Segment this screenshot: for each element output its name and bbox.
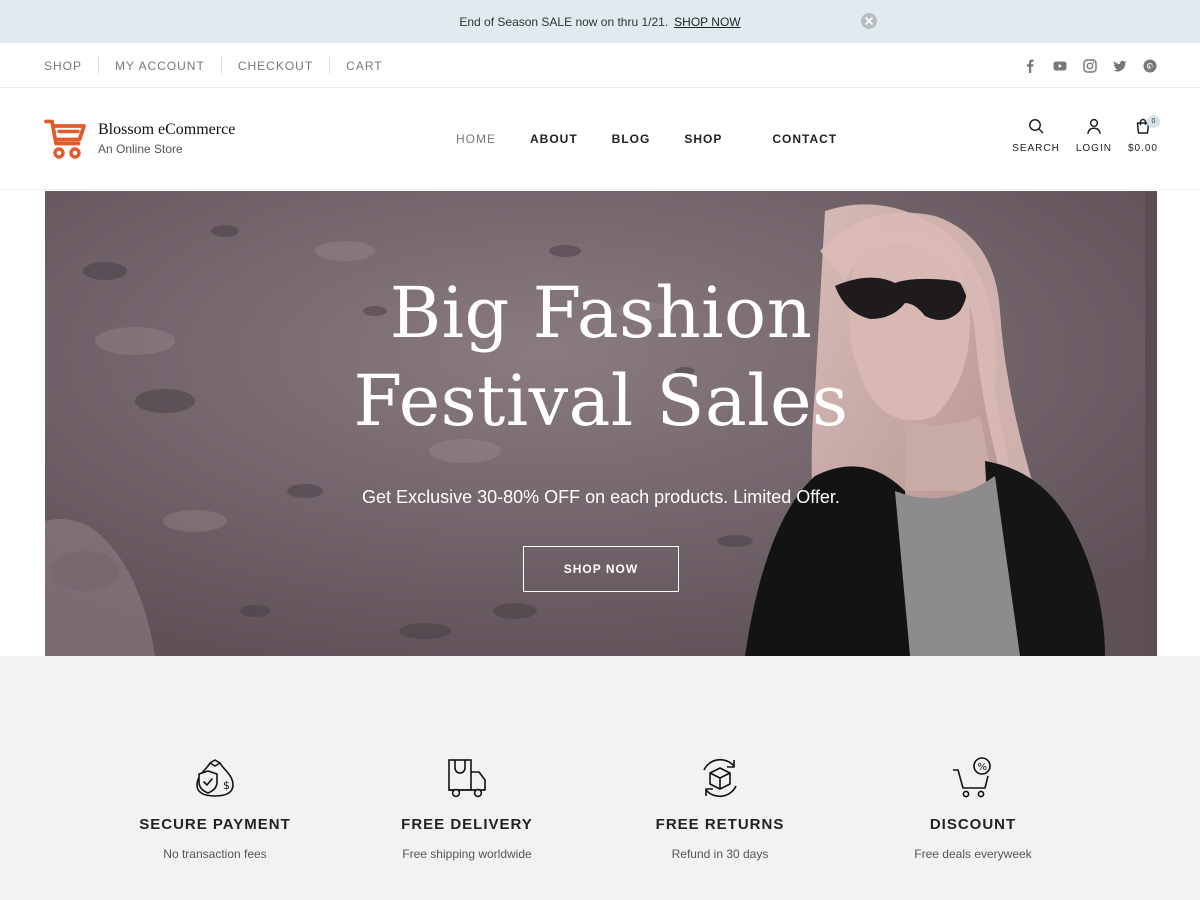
nav-contact[interactable]: CONTACT: [772, 132, 837, 146]
top-bar: SHOP MY ACCOUNT CHECKOUT CART: [0, 43, 1200, 88]
svg-text:$: $: [223, 779, 230, 792]
features-section: $ SECURE PAYMENT No transaction fees FRE…: [0, 656, 1200, 900]
feature-desc: Refund in 30 days: [671, 847, 769, 861]
announcement-shop-now-link[interactable]: SHOP NOW: [674, 15, 740, 29]
feature-desc: No transaction fees: [163, 847, 267, 861]
discount-cart-icon: %: [953, 757, 991, 798]
site-tagline: An Online Store: [98, 142, 183, 156]
money-bag-shield-icon: $: [196, 759, 234, 797]
feature-secure-payment: $ SECURE PAYMENT No transaction fees: [85, 756, 345, 861]
shopping-cart-logo-icon: [44, 119, 86, 159]
delivery-truck-icon: [448, 759, 486, 798]
feature-free-returns: FREE RETURNS Refund in 30 days: [590, 756, 850, 861]
secondary-nav: SHOP MY ACCOUNT CHECKOUT CART: [44, 43, 383, 88]
site-logo[interactable]: Blossom eCommerce An Online Store: [44, 118, 235, 160]
feature-discount: % DISCOUNT Free deals everyweek: [843, 756, 1103, 861]
hero-content: Big Fashion Festival Sales Get Exclusive…: [45, 191, 1157, 592]
search-label: SEARCH: [1012, 143, 1060, 154]
hero-shop-now-button[interactable]: SHOP NOW: [523, 546, 679, 592]
feature-desc: Free shipping worldwide: [402, 847, 532, 861]
cart-total: $0.00: [1127, 143, 1158, 154]
feature-title: DISCOUNT: [929, 816, 1017, 833]
top-link-shop[interactable]: SHOP: [44, 59, 82, 73]
brand-text: Blossom eCommerce An Online Store: [98, 121, 235, 156]
search-icon: [1029, 119, 1044, 134]
top-link-cart[interactable]: CART: [346, 59, 382, 73]
hero-title: Big Fashion Festival Sales: [45, 269, 1157, 445]
cart-count-badge: 0: [1146, 115, 1160, 128]
divider: [98, 57, 100, 74]
nav-shop[interactable]: SHOP: [684, 132, 722, 146]
main-nav: HOME ABOUT BLOG SHOP CONTACT: [456, 88, 837, 190]
login-label: LOGIN: [1075, 143, 1112, 154]
hero-title-line-1: Big Fashion: [389, 272, 813, 354]
nav-about[interactable]: ABOUT: [530, 132, 578, 146]
twitter-icon[interactable]: [1112, 58, 1128, 74]
hero-subtitle: Get Exclusive 30-80% OFF on each product…: [362, 487, 840, 507]
youtube-icon[interactable]: [1052, 58, 1068, 74]
feature-title: FREE DELIVERY: [401, 816, 533, 833]
search-button[interactable]: SEARCH: [1012, 118, 1060, 154]
site-name: Blossom eCommerce: [98, 121, 236, 138]
social-links: [1022, 43, 1158, 88]
pinterest-icon[interactable]: [1142, 58, 1158, 74]
cart-button[interactable]: 0 $0.00: [1127, 115, 1160, 154]
instagram-icon[interactable]: [1082, 58, 1098, 74]
return-box-icon: [703, 758, 737, 798]
hero-title-line-2: Festival Sales: [353, 360, 849, 442]
header-actions: SEARCH LOGIN 0 $0.00: [1012, 115, 1160, 154]
main-header: Blossom eCommerce An Online Store HOME A…: [0, 88, 1200, 190]
close-icon[interactable]: [861, 13, 877, 29]
user-icon: [1087, 118, 1101, 134]
svg-text:%: %: [978, 762, 988, 773]
login-button[interactable]: LOGIN: [1076, 118, 1112, 154]
announcement-message: End of Season SALE now on thru 1/21.: [459, 14, 669, 29]
top-link-checkout[interactable]: CHECKOUT: [238, 59, 313, 73]
top-link-my-account[interactable]: MY ACCOUNT: [115, 59, 205, 73]
divider: [220, 57, 222, 74]
divider: [329, 57, 331, 74]
announcement-bar: End of Season SALE now on thru 1/21. SHO…: [0, 0, 1200, 43]
feature-free-delivery: FREE DELIVERY Free shipping worldwide: [337, 756, 597, 861]
nav-home[interactable]: HOME: [456, 132, 496, 146]
feature-desc: Free deals everyweek: [914, 847, 1032, 861]
feature-title: SECURE PAYMENT: [139, 816, 291, 833]
hero-banner: Big Fashion Festival Sales Get Exclusive…: [45, 191, 1157, 656]
feature-title: FREE RETURNS: [655, 816, 785, 833]
facebook-icon[interactable]: [1022, 58, 1038, 74]
nav-blog[interactable]: BLOG: [612, 132, 651, 146]
